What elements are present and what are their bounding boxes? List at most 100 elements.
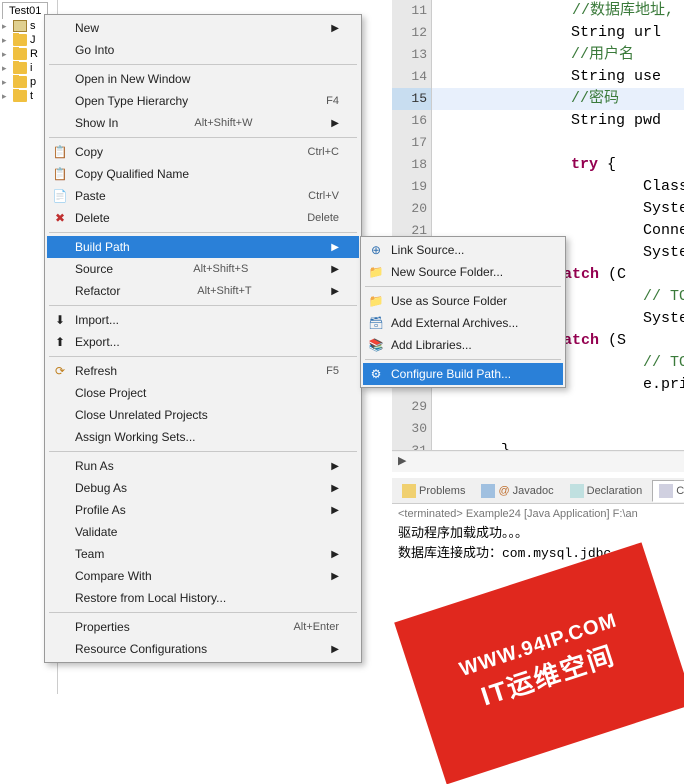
context-menu: New▶ Go Into Open in New Window Open Typ…: [44, 14, 362, 663]
copy-icon: 📋: [52, 144, 68, 160]
menu-source[interactable]: SourceAlt+Shift+S ▶: [47, 258, 359, 280]
code-line: [432, 396, 684, 418]
menu-debug-as[interactable]: Debug As▶: [47, 477, 359, 499]
line-number: 13: [392, 44, 431, 66]
menu-resource-config[interactable]: Resource Configurations▶: [47, 638, 359, 660]
line-number: 30: [392, 418, 431, 440]
menu-team[interactable]: Team▶: [47, 543, 359, 565]
code-line: String use: [432, 66, 684, 88]
line-number: 18: [392, 154, 431, 176]
breadcrumb[interactable]: ▶: [392, 452, 684, 472]
menu-separator: [365, 359, 561, 360]
javadoc-icon: [481, 484, 495, 498]
buildpath-submenu: ⊕Link Source... 📁New Source Folder... 📁U…: [360, 236, 566, 388]
console-title: <terminated> Example24 [Java Application…: [398, 508, 678, 520]
copy-qualified-icon: 📋: [52, 166, 68, 182]
explorer-tab[interactable]: Test01: [2, 2, 48, 19]
menu-import[interactable]: ⬇Import...: [47, 309, 359, 331]
menu-go-into[interactable]: Go Into: [47, 39, 359, 61]
code-line: [432, 418, 684, 440]
menu-validate[interactable]: Validate: [47, 521, 359, 543]
line-number: 29: [392, 396, 431, 418]
menu-run-as[interactable]: Run As▶: [47, 455, 359, 477]
menu-configure-build-path[interactable]: ⚙Configure Build Path...: [363, 363, 563, 385]
menu-separator: [49, 305, 357, 306]
export-icon: ⬆: [52, 334, 68, 350]
delete-icon: ✖: [52, 210, 68, 226]
menu-profile-as[interactable]: Profile As▶: [47, 499, 359, 521]
new-source-folder-icon: 📁: [368, 264, 384, 280]
paste-icon: 📄: [52, 188, 68, 204]
menu-refactor[interactable]: RefactorAlt+Shift+T ▶: [47, 280, 359, 302]
source-folder-icon: 📁: [368, 293, 384, 309]
menu-separator: [49, 137, 357, 138]
tab-problems[interactable]: Problems: [396, 481, 471, 501]
code-line: //用户名: [432, 44, 684, 66]
code-line: [432, 132, 684, 154]
line-number: 19: [392, 176, 431, 198]
folder-icon: [13, 48, 27, 60]
configure-icon: ⚙: [368, 366, 384, 382]
menu-close-project[interactable]: Close Project: [47, 382, 359, 404]
code-line: //数据库地址,: [432, 0, 684, 22]
menu-refresh[interactable]: ⟳RefreshF5: [47, 360, 359, 382]
code-line: try {: [432, 154, 684, 176]
code-line: String url: [432, 22, 684, 44]
menu-separator: [49, 451, 357, 452]
menu-show-in[interactable]: Show InAlt+Shift+W ▶: [47, 112, 359, 134]
code-line: Class.: [432, 176, 684, 198]
menu-use-as-source-folder[interactable]: 📁Use as Source Folder: [363, 290, 563, 312]
menu-separator: [49, 612, 357, 613]
link-source-icon: ⊕: [368, 242, 384, 258]
line-number: 16: [392, 110, 431, 132]
line-number: 14: [392, 66, 431, 88]
menu-restore[interactable]: Restore from Local History...: [47, 587, 359, 609]
declaration-icon: [570, 484, 584, 498]
line-number: 15: [392, 88, 431, 110]
menu-build-path[interactable]: Build Path▶: [47, 236, 359, 258]
menu-compare-with[interactable]: Compare With▶: [47, 565, 359, 587]
menu-paste[interactable]: 📄PasteCtrl+V: [47, 185, 359, 207]
menu-new-source-folder[interactable]: 📁New Source Folder...: [363, 261, 563, 283]
tab-console[interactable]: Cons: [652, 480, 684, 502]
archive-icon: 🗃: [368, 315, 384, 331]
menu-assign-working-sets[interactable]: Assign Working Sets...: [47, 426, 359, 448]
folder-icon: [13, 76, 27, 88]
menu-copy[interactable]: 📋CopyCtrl+C: [47, 141, 359, 163]
import-icon: ⬇: [52, 312, 68, 328]
menu-open-new-window[interactable]: Open in New Window: [47, 68, 359, 90]
line-number: 17: [392, 132, 431, 154]
menu-copy-qualified[interactable]: 📋Copy Qualified Name: [47, 163, 359, 185]
code-line: }: [432, 440, 684, 450]
folder-icon: [13, 90, 27, 102]
problems-icon: [402, 484, 416, 498]
tab-declaration[interactable]: Declaration: [564, 481, 649, 501]
menu-properties[interactable]: PropertiesAlt+Enter: [47, 616, 359, 638]
views-tabbar: Problems @ Javadoc Declaration Cons: [392, 478, 684, 504]
package-icon: [13, 20, 27, 32]
line-number: 12: [392, 22, 431, 44]
code-line: System: [432, 198, 684, 220]
menu-link-source[interactable]: ⊕Link Source...: [363, 239, 563, 261]
menu-separator: [49, 64, 357, 65]
menu-add-external-archives[interactable]: 🗃Add External Archives...: [363, 312, 563, 334]
menu-close-unrelated[interactable]: Close Unrelated Projects: [47, 404, 359, 426]
console-icon: [659, 484, 673, 498]
menu-add-libraries[interactable]: 📚Add Libraries...: [363, 334, 563, 356]
code-line: //密码: [432, 88, 684, 110]
menu-separator: [49, 232, 357, 233]
refresh-icon: ⟳: [52, 363, 68, 379]
menu-separator: [49, 356, 357, 357]
tab-javadoc[interactable]: @ Javadoc: [475, 481, 559, 501]
menu-new[interactable]: New▶: [47, 17, 359, 39]
line-number: 20: [392, 198, 431, 220]
code-line: String pwd: [432, 110, 684, 132]
console-output-line: 驱动程序加载成功。。。: [398, 524, 678, 544]
library-icon: 📚: [368, 337, 384, 353]
menu-export[interactable]: ⬆Export...: [47, 331, 359, 353]
folder-icon: [13, 34, 27, 46]
line-number: 11: [392, 0, 431, 22]
menu-open-type-hierarchy[interactable]: Open Type HierarchyF4: [47, 90, 359, 112]
folder-icon: [13, 62, 27, 74]
menu-delete[interactable]: ✖DeleteDelete: [47, 207, 359, 229]
